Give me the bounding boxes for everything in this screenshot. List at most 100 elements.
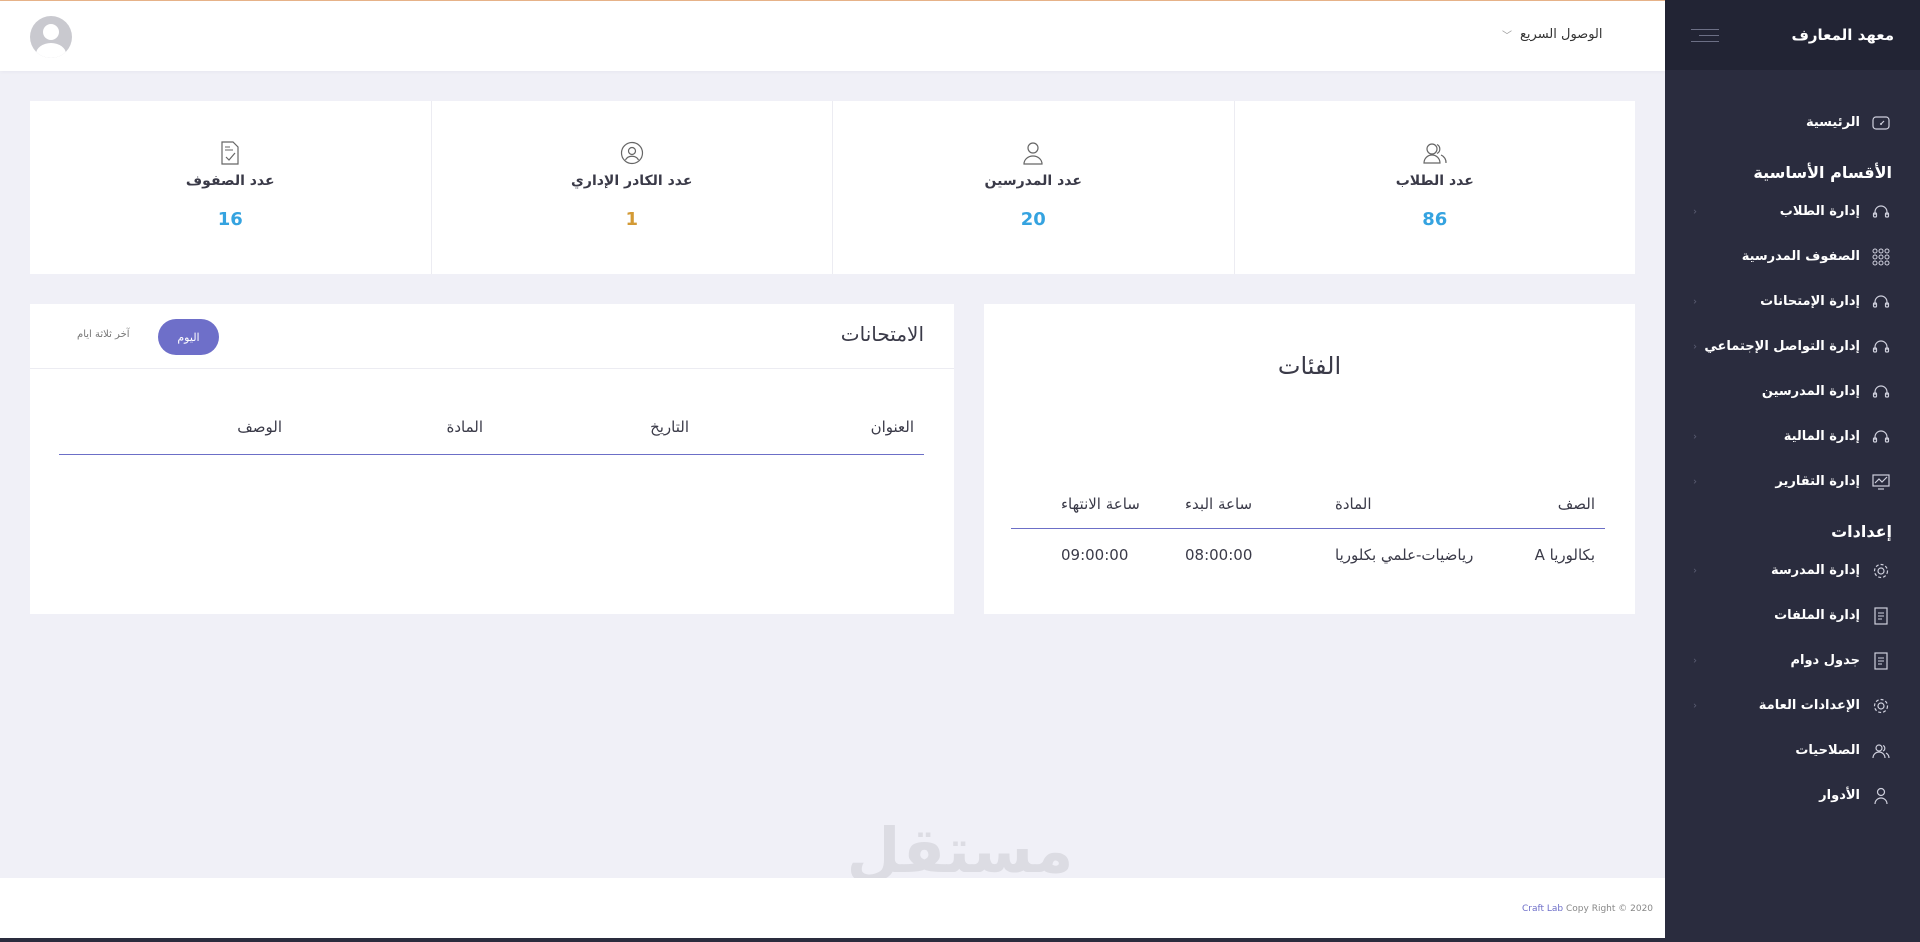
sidebar-item[interactable]: إدارة التواصل الإجتماعي ‹ — [1665, 324, 1920, 369]
table-cell: بكالوريا A — [1534, 546, 1595, 564]
categories-table: الصف المادة ساعة البدء ساعة الانتهاء بكا… — [1011, 479, 1605, 581]
column-header: المادة — [1335, 494, 1372, 513]
sidebar-item-label: إدارة المدرسة — [1771, 563, 1860, 578]
chevron-left-icon: ‹ — [1693, 655, 1697, 666]
sidebar-item[interactable]: إدارة المدرسين — [1665, 369, 1920, 414]
stat-card: عدد المدرسين 20 — [832, 101, 1234, 274]
gear-icon — [1870, 695, 1892, 717]
sidebar-item-label: الأدوار — [1819, 788, 1860, 803]
chevron-down-icon: ﹀ — [1502, 31, 1512, 42]
exams-panel-header: الامتحانات اليوم آخر ثلاثة ايام — [30, 304, 954, 369]
column-header: ساعة الانتهاء — [1061, 494, 1140, 513]
column-header: ساعة البدء — [1185, 494, 1253, 513]
sidebar-item-label: إدارة التقارير — [1775, 474, 1860, 489]
stat-value: 86 — [1422, 209, 1448, 230]
sidebar-item[interactable]: إدارة المدرسة ‹ — [1665, 548, 1920, 593]
footer: Craft Lab Copy Right © 2020 — [0, 878, 1665, 938]
footer-copyright: Copy Right © 2020 — [1563, 904, 1654, 914]
column-header: الصف — [1557, 494, 1595, 513]
categories-panel: الفئات الصف المادة ساعة البدء ساعة الانت… — [984, 304, 1635, 614]
grid-icon — [1870, 246, 1892, 268]
watermark-arabic: مستقل — [846, 814, 1074, 887]
sidebar-item[interactable]: إدارة الطلاب ‹ — [1665, 189, 1920, 234]
column-header: الوصف — [237, 418, 282, 436]
sidebar-item-label: الرئيسية — [1805, 115, 1860, 130]
avatar[interactable] — [30, 16, 72, 58]
stat-label: عدد الكادر الإداري — [571, 173, 693, 189]
checklist-icon — [220, 141, 240, 167]
sidebar-item-label: جدول دوام — [1790, 653, 1860, 668]
stat-value: 16 — [217, 209, 243, 230]
document-icon — [1870, 650, 1892, 672]
stat-label: عدد الصفوف — [185, 173, 275, 189]
users-icon — [1870, 740, 1892, 762]
sidebar-item-home[interactable]: الرئيسية — [1665, 100, 1920, 145]
sidebar-item[interactable]: الصلاحيات — [1665, 728, 1920, 773]
table-cell: 08:00:00 — [1185, 546, 1253, 564]
stat-label: عدد المدرسين — [984, 173, 1082, 189]
sidebar-nav: الرئيسية الأقسام الأساسية إدارة الطلاب ‹ ا… — [1665, 70, 1920, 818]
sidebar-item-label: إدارة الملفات — [1774, 608, 1860, 623]
table-header: الصف المادة ساعة البدء ساعة الانتهاء — [1011, 479, 1605, 529]
sidebar-item[interactable]: إدارة الملفات — [1665, 593, 1920, 638]
column-header: المادة — [446, 418, 483, 436]
chevron-left-icon: ‹ — [1693, 341, 1697, 352]
column-header: التاريخ — [650, 418, 689, 436]
sidebar-item[interactable]: إدارة التقارير ‹ — [1665, 459, 1920, 504]
table-cell: رياضيات-علمي بكلوريا — [1335, 546, 1474, 564]
sidebar-item[interactable]: إدارة المالية ‹ — [1665, 414, 1920, 459]
chevron-left-icon: ‹ — [1693, 206, 1697, 217]
sidebar-item-label: إدارة التواصل الإجتماعي — [1704, 339, 1860, 354]
chevron-left-icon: ‹ — [1693, 476, 1697, 487]
document-icon — [1870, 605, 1892, 627]
stat-card: عدد الصفوف 16 — [30, 101, 431, 274]
section-heading-main: الأقسام الأساسية — [1753, 163, 1892, 182]
sidebar-item-label: إدارة المالية — [1783, 429, 1860, 444]
chart-icon — [1870, 471, 1892, 493]
stat-label: عدد الطلاب — [1395, 173, 1474, 189]
sidebar-item[interactable]: جدول دوام ‹ — [1665, 638, 1920, 683]
table-cell: 09:00:00 — [1061, 546, 1129, 564]
sidebar-item[interactable]: إدارة الإمتحانات ‹ — [1665, 279, 1920, 324]
stat-value: 1 — [625, 209, 639, 230]
sidebar-item[interactable]: الأدوار — [1665, 773, 1920, 818]
stats-bar: عدد الطلاب 86 عدد المدرسين 20 عدد الكادر الإ… — [30, 101, 1635, 274]
person-icon — [1022, 141, 1044, 167]
stat-value: 20 — [1020, 209, 1046, 230]
exams-title: الامتحانات — [840, 322, 924, 346]
top-header: الوصول السريع ﹀ — [0, 1, 1665, 71]
brand-title: معهد المعارف — [1791, 26, 1894, 44]
exams-table-header: العنوان التاريخ المادة الوصف — [59, 403, 924, 455]
sidebar-item[interactable]: الإعدادات العامة ‹ — [1665, 683, 1920, 728]
headset-icon — [1870, 381, 1892, 403]
chevron-left-icon: ‹ — [1693, 296, 1697, 307]
headset-icon — [1870, 291, 1892, 313]
sidebar: معهد المعارف الرئيسية الأقسام الأساسية إ… — [1665, 0, 1920, 942]
chevron-left-icon: ‹ — [1693, 700, 1697, 711]
section-heading-settings: إعدادات — [1831, 522, 1892, 541]
exams-panel: الامتحانات اليوم آخر ثلاثة ايام العنوان … — [30, 304, 954, 614]
column-header: العنوان — [870, 418, 914, 436]
dashboard-icon — [1870, 112, 1892, 134]
table-row: بكالوريا A رياضيات-علمي بكلوريا 08:00:00… — [1011, 529, 1605, 581]
gear-icon — [1870, 560, 1892, 582]
headset-icon — [1870, 426, 1892, 448]
menu-toggle-icon[interactable] — [1691, 28, 1719, 42]
sidebar-item-label: الصلاحيات — [1795, 743, 1860, 758]
sidebar-item-label: إدارة الإمتحانات — [1760, 294, 1860, 309]
quick-access-label: الوصول السريع — [1520, 27, 1603, 42]
copyright-text: Craft Lab Copy Right © 2020 — [1522, 904, 1653, 914]
sidebar-item-label: الصفوف المدرسية — [1741, 249, 1860, 264]
chevron-left-icon: ‹ — [1693, 565, 1697, 576]
footer-brand-link[interactable]: Craft Lab — [1522, 904, 1563, 914]
quick-access-dropdown[interactable]: الوصول السريع ﹀ — [1502, 27, 1603, 42]
sidebar-item[interactable]: الصفوف المدرسية — [1665, 234, 1920, 279]
last-three-days-button[interactable]: آخر ثلاثة ايام — [77, 329, 130, 340]
headset-icon — [1870, 336, 1892, 358]
users-icon — [1422, 141, 1448, 167]
person-icon — [1870, 785, 1892, 807]
today-button[interactable]: اليوم — [158, 319, 219, 355]
sidebar-item-label: إدارة المدرسين — [1761, 384, 1860, 399]
stat-card: عدد الطلاب 86 — [1233, 101, 1636, 274]
bottom-bar — [0, 938, 1920, 942]
